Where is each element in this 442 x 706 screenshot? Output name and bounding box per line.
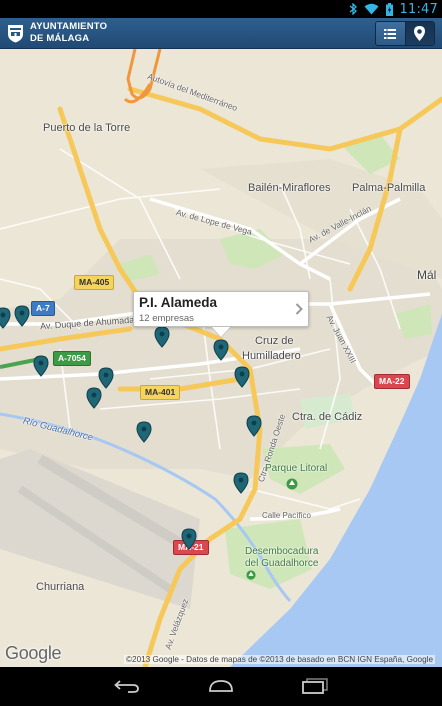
info-window[interactable]: P.I. Alameda 12 empresas: [133, 291, 309, 337]
map-marker[interactable]: [98, 367, 114, 389]
wifi-icon: [364, 3, 379, 15]
map-marker[interactable]: [181, 528, 197, 550]
info-window-title: P.I. Alameda: [139, 295, 218, 310]
info-window-tail: [212, 327, 230, 337]
app-title: AYUNTAMIENTO DE MÁLAGA: [30, 21, 107, 45]
view-toggle: [375, 21, 435, 46]
road-shield-a7: A-7: [31, 301, 55, 316]
status-time: 11:47: [399, 1, 438, 17]
park-icon: [246, 570, 256, 580]
map-label-cruz-1: Cruz de: [255, 335, 294, 347]
list-view-icon: [384, 28, 397, 39]
map-marker[interactable]: [246, 415, 262, 437]
chevron-right-icon: [295, 303, 303, 315]
map-marker[interactable]: [213, 339, 229, 361]
map-label-palma: Palma-Palmilla: [352, 182, 426, 194]
list-view-button[interactable]: [376, 22, 405, 45]
map-label-desembocadura-1: Desembocadura: [245, 546, 319, 557]
back-button[interactable]: [113, 676, 141, 696]
app-title-line1: AYUNTAMIENTO: [30, 21, 108, 32]
map-marker[interactable]: [0, 307, 11, 329]
map-view-icon: [414, 26, 426, 41]
bluetooth-icon: [349, 3, 357, 15]
map-marker[interactable]: [233, 472, 249, 494]
map-marker[interactable]: [136, 421, 152, 443]
map-marker[interactable]: [234, 366, 250, 388]
home-icon: [209, 680, 233, 692]
home-button[interactable]: [207, 676, 235, 696]
city-crest-icon: [8, 25, 23, 43]
road-shield-ma22: MA-22: [374, 374, 410, 389]
map-attribution[interactable]: ©2013 Google - Datos de mapas de ©2013 d…: [123, 655, 435, 664]
recent-apps-button[interactable]: [301, 676, 329, 696]
map-label-cruz-2: Humilladero: [242, 350, 301, 362]
map-marker[interactable]: [86, 387, 102, 409]
map-marker[interactable]: [33, 355, 49, 377]
map-view-button[interactable]: [404, 22, 434, 45]
map-label-puerto-torre: Puerto de la Torre: [43, 122, 131, 134]
map-label-calle-pacifico: Calle Pacífico: [262, 511, 311, 520]
navigation-bar: [0, 667, 442, 706]
map-label-bailen: Bailén-Miraflores: [248, 182, 331, 194]
map-marker[interactable]: [14, 305, 30, 327]
map-label-churriana: Churriana: [36, 581, 85, 593]
map-label-ctra-cadiz: Ctra. de Cádiz: [292, 411, 363, 423]
info-window-subtitle: 12 empresas: [139, 313, 194, 324]
park-icon: [286, 478, 298, 490]
map-label-malaga: Mál: [417, 268, 437, 282]
map-marker[interactable]: [154, 326, 170, 348]
app-bar: AYUNTAMIENTO DE MÁLAGA: [0, 18, 442, 49]
map-label-desembocadura-2: del Guadalhorce: [245, 558, 319, 569]
battery-icon: [385, 2, 393, 16]
road-shield-ma405: MA-405: [74, 275, 115, 290]
map-view[interactable]: Puerto de la Torre Bailén-Miraflores Pal…: [0, 49, 442, 667]
road-shield-a7054: A-7054: [53, 351, 91, 366]
google-logo: Google: [5, 643, 62, 663]
road-shield-ma401: MA-401: [140, 385, 181, 400]
status-bar: 11:47: [0, 0, 442, 18]
app-title-line2: DE MÁLAGA: [30, 33, 90, 44]
recent-apps-icon: [302, 678, 328, 694]
back-icon: [114, 680, 139, 693]
map-label-parque-litoral: Parque Litoral: [265, 463, 328, 474]
